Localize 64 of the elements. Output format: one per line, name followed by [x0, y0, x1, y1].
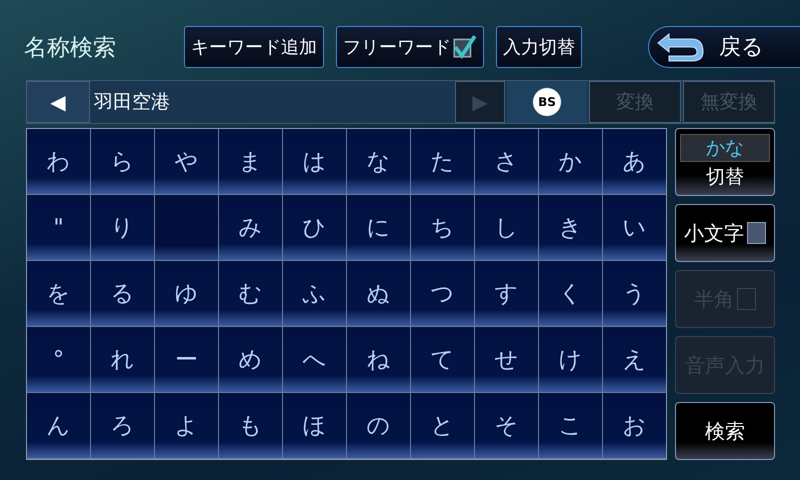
kana-key[interactable]: つ: [411, 261, 474, 326]
kana-key[interactable]: ゆ: [155, 261, 218, 326]
kana-key[interactable]: も: [219, 393, 282, 458]
kana-key[interactable]: や: [155, 129, 218, 194]
kana-key[interactable]: お: [603, 393, 666, 458]
toggle-button[interactable]: 小文字: [675, 204, 775, 262]
kana-key[interactable]: ひ: [283, 195, 346, 260]
return-arrow-icon: [655, 32, 705, 62]
kana-key[interactable]: し: [475, 195, 538, 260]
kana-key[interactable]: れ: [91, 327, 154, 392]
kana-key[interactable]: か: [539, 129, 602, 194]
kana-key[interactable]: き: [539, 195, 602, 260]
side-button[interactable]: 検索: [675, 402, 775, 460]
kana-key[interactable]: う: [603, 261, 666, 326]
kana-key[interactable]: め: [219, 327, 282, 392]
mode-label: かな: [680, 134, 770, 162]
mode-switch-label: 切替: [706, 165, 744, 190]
input-field[interactable]: 羽田空港: [92, 81, 453, 123]
kana-key[interactable]: り: [91, 195, 154, 260]
kana-key[interactable]: あ: [603, 129, 666, 194]
kana-key[interactable]: ー: [155, 327, 218, 392]
kana-key[interactable]: ち: [411, 195, 474, 260]
header-button[interactable]: キーワード追加: [184, 26, 324, 68]
back-button[interactable]: 戻る: [648, 26, 800, 68]
kana-key[interactable]: た: [411, 129, 474, 194]
checkbox-button[interactable]: フリーワード: [336, 26, 484, 68]
kana-key[interactable]: け: [539, 327, 602, 392]
kana-key[interactable]: と: [411, 393, 474, 458]
kana-key[interactable]: ぬ: [347, 261, 410, 326]
kana-key[interactable]: み: [219, 195, 282, 260]
header-button[interactable]: 入力切替: [496, 26, 582, 68]
kana-key[interactable]: す: [475, 261, 538, 326]
kana-key[interactable]: は: [283, 129, 346, 194]
kana-key[interactable]: ら: [91, 129, 154, 194]
kana-key[interactable]: い: [603, 195, 666, 260]
kana-key[interactable]: ろ: [91, 393, 154, 458]
backspace-button[interactable]: BS: [507, 81, 587, 123]
kana-key[interactable]: ほ: [283, 393, 346, 458]
kana-key[interactable]: え: [603, 327, 666, 392]
kana-key[interactable]: ん: [27, 393, 90, 458]
kana-key[interactable]: な: [347, 129, 410, 194]
kana-key[interactable]: こ: [539, 393, 602, 458]
kana-key[interactable]: ね: [347, 327, 410, 392]
mode-switch-button[interactable]: かな 切替: [675, 128, 775, 196]
kana-key[interactable]: む: [219, 261, 282, 326]
left-arrow-button[interactable]: ◀: [26, 81, 90, 123]
kana-key[interactable]: わ: [27, 129, 90, 194]
blank-key: [155, 195, 218, 260]
kana-key[interactable]: そ: [475, 393, 538, 458]
kana-key[interactable]: せ: [475, 327, 538, 392]
kana-key[interactable]: く: [539, 261, 602, 326]
kana-key[interactable]: ふ: [283, 261, 346, 326]
kana-key[interactable]: へ: [283, 327, 346, 392]
kana-key[interactable]: ": [27, 195, 90, 260]
kana-key[interactable]: に: [347, 195, 410, 260]
kana-key[interactable]: る: [91, 261, 154, 326]
kana-key[interactable]: の: [347, 393, 410, 458]
kana-key[interactable]: て: [411, 327, 474, 392]
kana-key[interactable]: °: [27, 327, 90, 392]
screen-title: 名称検索: [24, 34, 117, 62]
kana-key[interactable]: ま: [219, 129, 282, 194]
kana-key[interactable]: さ: [475, 129, 538, 194]
kana-key[interactable]: を: [27, 261, 90, 326]
kana-key[interactable]: よ: [155, 393, 218, 458]
